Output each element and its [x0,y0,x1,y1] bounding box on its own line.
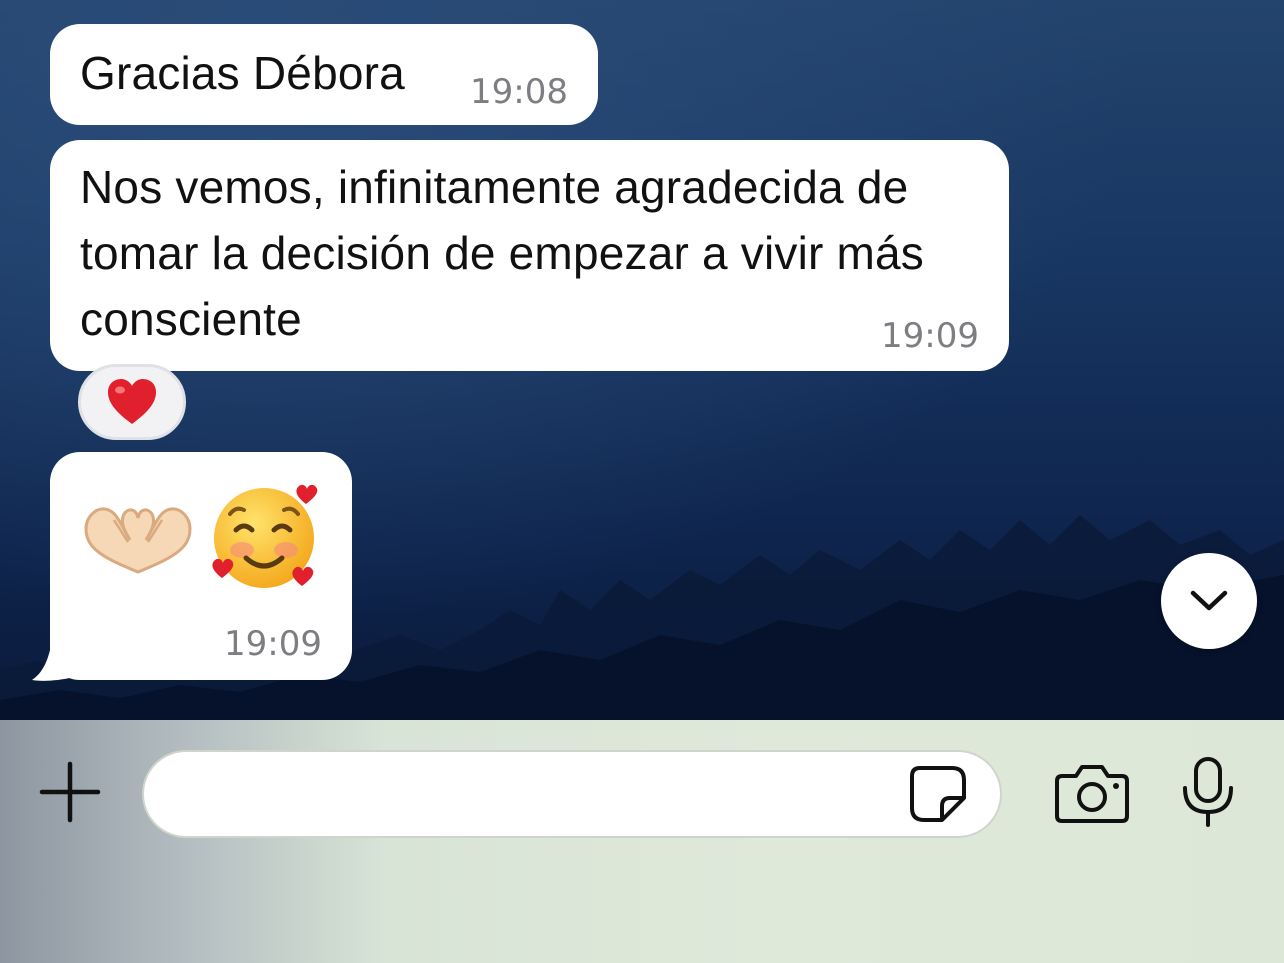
heart-hands-emoji [84,507,192,574]
message-text: Nos vemos, infinitamente agradecida de t… [80,161,924,345]
message-text: Gracias Débora [80,47,405,99]
message-input-field[interactable] [142,750,1002,838]
plus-icon[interactable] [38,760,102,824]
bubble-tail [32,620,70,681]
camera-icon[interactable] [1054,762,1130,824]
message-bubble[interactable]: Gracias Débora 19:08 [50,24,598,125]
message-time: 19:09 [224,624,322,664]
scroll-to-bottom-button[interactable] [1161,553,1257,649]
smiling-face-with-hearts-emoji [212,484,318,588]
sticker-icon[interactable] [906,762,970,826]
message-bubble-emoji[interactable]: 🫶🏻 🥰 19:09 [50,452,352,680]
message-bubble[interactable]: Nos vemos, infinitamente agradecida de t… [50,140,1009,371]
chevron-down-icon [1190,590,1228,611]
microphone-icon[interactable] [1180,756,1236,828]
heart-reaction-icon [108,379,156,424]
reaction-badge[interactable]: ❤️ [78,364,186,440]
message-time: 19:08 [470,72,568,112]
message-time: 19:09 [881,316,979,356]
message-input[interactable] [174,772,918,818]
